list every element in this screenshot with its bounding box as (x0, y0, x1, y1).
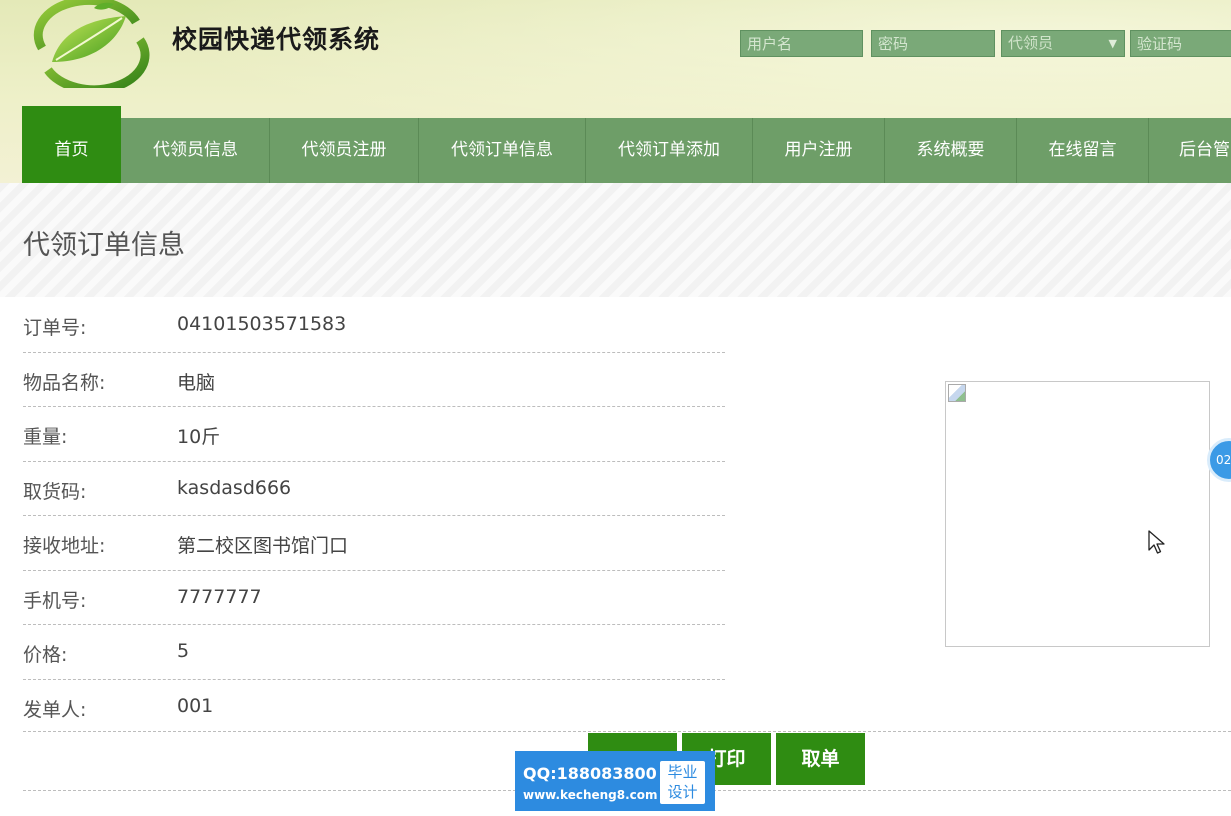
watermark-tag-line2: 设计 (667, 783, 698, 801)
take-order-button[interactable]: 取单 (776, 733, 865, 785)
detail-value: kasdasd666 (177, 476, 292, 499)
timer-bubble[interactable]: 02: (1207, 438, 1231, 482)
detail-value: 电脑 (177, 371, 216, 394)
detail-row-item-name: 物品名称: 电脑 (23, 353, 725, 407)
leaf-logo-icon (33, 0, 150, 88)
detail-value: 001 (177, 694, 214, 717)
detail-label: 价格: (23, 644, 68, 666)
detail-label: 重量: (23, 426, 68, 448)
password-field[interactable] (871, 30, 995, 57)
item-image (945, 381, 1210, 647)
detail-row-phone: 手机号: 7777777 (23, 571, 725, 625)
detail-label: 发单人: (23, 698, 87, 721)
nav-item-system-overview[interactable]: 系统概要 (884, 118, 1016, 183)
detail-value: 5 (177, 640, 190, 662)
username-field[interactable] (740, 30, 863, 57)
detail-row-pickup-code: 取货码: kasdasd666 (23, 462, 725, 516)
detail-row-price: 价格: 5 (23, 625, 725, 680)
page-title-band: 代领订单信息 (0, 183, 1231, 297)
detail-row-address: 接收地址: 第二校区图书馆门口 (23, 516, 725, 571)
detail-row-weight: 重量: 10斤 (23, 407, 725, 462)
role-select[interactable]: 代领员 ▼ (1001, 30, 1125, 57)
nav-item-order-info[interactable]: 代领订单信息 (418, 118, 585, 183)
captcha-input[interactable] (1137, 31, 1231, 56)
captcha-field[interactable] (1130, 30, 1231, 57)
chevron-down-icon: ▼ (1108, 37, 1117, 50)
mouse-cursor-icon (1148, 530, 1165, 554)
page-title: 代领订单信息 (23, 230, 185, 261)
role-select-value: 代领员 (1008, 34, 1054, 52)
watermark-tag-line1: 毕业 (667, 763, 698, 781)
watermark-banner: QQ:188083800 www.kecheng8.com 毕业 设计 (515, 751, 715, 811)
watermark-qq: QQ:188083800 (523, 764, 657, 783)
site-title: 校园快递代领系统 (172, 25, 381, 54)
nav-item-home[interactable]: 首页 (22, 106, 121, 183)
main-nav: 首页 代领员信息 代领员注册 代领订单信息 代领订单添加 用户注册 系统概要 在… (22, 106, 1231, 183)
username-input[interactable] (747, 31, 862, 56)
detail-label: 订单号: (23, 317, 87, 339)
detail-row-sender: 发单人: 001 (23, 680, 725, 735)
password-input[interactable] (878, 31, 994, 56)
order-details: 订单号: 04101503571583 物品名称: 电脑 重量: 10斤 取货码… (23, 298, 725, 734)
detail-label: 接收地址: (23, 535, 106, 557)
detail-label: 取货码: (23, 480, 87, 503)
detail-value: 04101503571583 (177, 313, 347, 335)
nav-item-admin[interactable]: 后台管 (1148, 118, 1231, 183)
watermark-url: www.kecheng8.com (523, 788, 658, 802)
detail-row-order-no: 订单号: 04101503571583 (23, 298, 725, 353)
nav-item-guestbook[interactable]: 在线留言 (1016, 118, 1148, 183)
detail-value: 第二校区图书馆门口 (177, 535, 349, 557)
detail-label: 手机号: (23, 589, 87, 612)
nav-item-order-add[interactable]: 代领订单添加 (585, 118, 752, 183)
detail-value: 10斤 (177, 426, 221, 448)
watermark-tag: 毕业 设计 (660, 761, 705, 804)
detail-value: 7777777 (177, 585, 262, 608)
divider (23, 731, 1231, 732)
nav-item-courier-register[interactable]: 代领员注册 (269, 118, 418, 183)
nav-item-courier-info[interactable]: 代领员信息 (121, 118, 270, 183)
detail-label: 物品名称: (23, 371, 106, 394)
broken-image-icon (948, 384, 966, 402)
nav-item-user-register[interactable]: 用户注册 (752, 118, 884, 183)
